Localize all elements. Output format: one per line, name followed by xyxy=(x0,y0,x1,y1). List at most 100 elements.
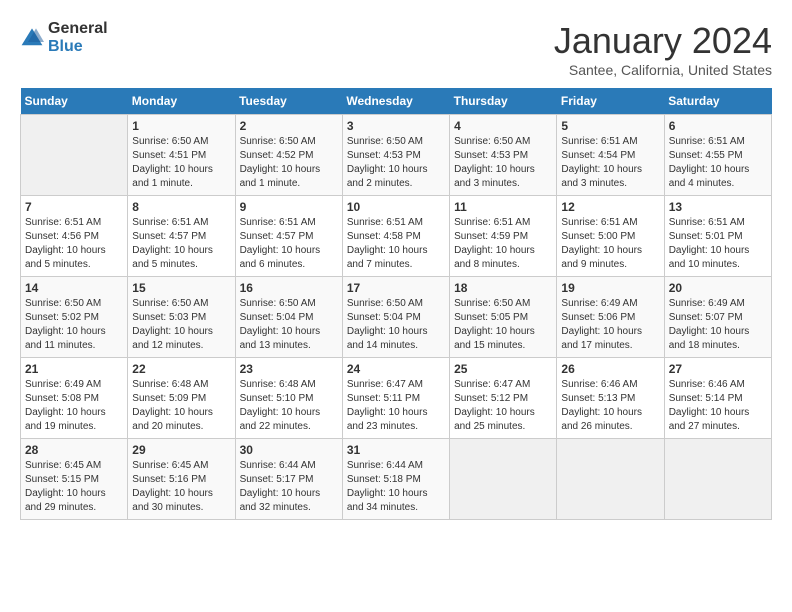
day-detail: Sunrise: 6:50 AMSunset: 4:52 PMDaylight:… xyxy=(240,135,338,191)
column-header-monday: Monday xyxy=(128,88,235,115)
calendar-cell: 9Sunrise: 6:51 AMSunset: 4:57 PMDaylight… xyxy=(235,196,342,277)
day-detail: Sunrise: 6:51 AMSunset: 4:56 PMDaylight:… xyxy=(25,216,123,272)
day-detail: Sunrise: 6:47 AMSunset: 5:12 PMDaylight:… xyxy=(454,378,552,434)
calendar-cell: 27 Sunrise: 6:46 AMSunset: 5:14 PMDayligh… xyxy=(664,358,771,439)
page-header: General Blue January 2024 Santee, Califo… xyxy=(20,20,772,78)
logo-line2: Blue xyxy=(48,38,108,56)
day-number: 11 xyxy=(454,200,552,214)
column-header-tuesday: Tuesday xyxy=(235,88,342,115)
day-number: 3 xyxy=(347,119,445,133)
column-header-wednesday: Wednesday xyxy=(342,88,449,115)
calendar-cell: 8 Sunrise: 6:51 AMSunset: 4:57 PMDaylight… xyxy=(128,196,235,277)
day-detail: Sunrise: 6:45 AMSunset: 5:15 PMDaylight:… xyxy=(25,459,123,515)
day-detail: Sunrise: 6:45 AMSunset: 5:16 PMDaylight:… xyxy=(132,459,230,515)
day-number: 26 xyxy=(561,362,659,376)
logo: General Blue xyxy=(20,20,108,55)
calendar-cell: 7 Sunrise: 6:51 AMSunset: 4:56 PMDaylight… xyxy=(21,196,128,277)
day-number: 14 xyxy=(25,281,123,295)
day-detail: Sunrise: 6:46 AMSunset: 5:13 PMDaylight:… xyxy=(561,378,659,434)
calendar-cell: 2 Sunrise: 6:50 AMSunset: 4:52 PMDaylight… xyxy=(235,115,342,196)
day-number: 19 xyxy=(561,281,659,295)
calendar-cell: 22 Sunrise: 6:48 AMSunset: 5:09 PMDayligh… xyxy=(128,358,235,439)
day-detail: Sunrise: 6:49 AMSunset: 5:06 PMDaylight:… xyxy=(561,297,659,353)
calendar-cell xyxy=(557,439,664,520)
day-number: 10 xyxy=(347,200,445,214)
day-number: 18 xyxy=(454,281,552,295)
calendar-cell: 1Sunrise: 6:50 AMSunset: 4:51 PMDaylight… xyxy=(128,115,235,196)
day-number: 15 xyxy=(132,281,230,295)
calendar-week-row: 14Sunrise: 6:50 AMSunset: 5:02 PMDayligh… xyxy=(21,277,772,358)
day-detail: Sunrise: 6:51 AMSunset: 5:01 PMDaylight:… xyxy=(669,216,767,272)
calendar-cell: 24 Sunrise: 6:47 AMSunset: 5:11 PMDayligh… xyxy=(342,358,449,439)
day-detail: Sunrise: 6:51 AMSunset: 5:00 PMDaylight:… xyxy=(561,216,659,272)
calendar-cell: 18 Sunrise: 6:50 AMSunset: 5:05 PMDayligh… xyxy=(450,277,557,358)
day-detail: Sunrise: 6:51 AMSunset: 4:57 PMDaylight:… xyxy=(240,216,338,272)
day-detail: Sunrise: 6:51 AMSunset: 4:54 PMDaylight:… xyxy=(561,135,659,191)
day-number: 25 xyxy=(454,362,552,376)
day-detail: Sunrise: 6:48 AMSunset: 5:09 PMDaylight:… xyxy=(132,378,230,434)
day-number: 1 xyxy=(132,119,230,133)
day-number: 29 xyxy=(132,443,230,457)
calendar-cell: 31 Sunrise: 6:44 AMSunset: 5:18 PMDayligh… xyxy=(342,439,449,520)
calendar-cell: 4 Sunrise: 6:50 AMSunset: 4:53 PMDaylight… xyxy=(450,115,557,196)
calendar-cell xyxy=(450,439,557,520)
day-number: 8 xyxy=(132,200,230,214)
column-header-friday: Friday xyxy=(557,88,664,115)
month-title: January 2024 xyxy=(554,20,772,62)
calendar-cell: 28 Sunrise: 6:45 AMSunset: 5:15 PMDayligh… xyxy=(21,439,128,520)
calendar-cell: 10 Sunrise: 6:51 AMSunset: 4:58 PMDayligh… xyxy=(342,196,449,277)
calendar-cell: 6Sunrise: 6:51 AMSunset: 4:55 PMDaylight… xyxy=(664,115,771,196)
column-header-saturday: Saturday xyxy=(664,88,771,115)
day-detail: Sunrise: 6:44 AMSunset: 5:18 PMDaylight:… xyxy=(347,459,445,515)
day-detail: Sunrise: 6:50 AMSunset: 5:05 PMDaylight:… xyxy=(454,297,552,353)
location: Santee, California, United States xyxy=(554,62,772,78)
calendar-cell: 13 Sunrise: 6:51 AMSunset: 5:01 PMDayligh… xyxy=(664,196,771,277)
calendar-cell: 14Sunrise: 6:50 AMSunset: 5:02 PMDayligh… xyxy=(21,277,128,358)
day-detail: Sunrise: 6:50 AMSunset: 5:04 PMDaylight:… xyxy=(240,297,338,353)
day-detail: Sunrise: 6:51 AMSunset: 4:55 PMDaylight:… xyxy=(669,135,767,191)
calendar-cell: 5Sunrise: 6:51 AMSunset: 4:54 PMDaylight… xyxy=(557,115,664,196)
day-detail: Sunrise: 6:50 AMSunset: 4:53 PMDaylight:… xyxy=(454,135,552,191)
day-number: 13 xyxy=(669,200,767,214)
day-number: 27 xyxy=(669,362,767,376)
day-detail: Sunrise: 6:50 AMSunset: 5:04 PMDaylight:… xyxy=(347,297,445,353)
day-number: 28 xyxy=(25,443,123,457)
day-number: 20 xyxy=(669,281,767,295)
day-detail: Sunrise: 6:44 AMSunset: 5:17 PMDaylight:… xyxy=(240,459,338,515)
title-area: January 2024 Santee, California, United … xyxy=(554,20,772,78)
day-number: 4 xyxy=(454,119,552,133)
calendar-cell: 25 Sunrise: 6:47 AMSunset: 5:12 PMDayligh… xyxy=(450,358,557,439)
day-number: 31 xyxy=(347,443,445,457)
calendar-cell: 15Sunrise: 6:50 AMSunset: 5:03 PMDayligh… xyxy=(128,277,235,358)
day-number: 24 xyxy=(347,362,445,376)
calendar-week-row: 1Sunrise: 6:50 AMSunset: 4:51 PMDaylight… xyxy=(21,115,772,196)
calendar-cell: 17 Sunrise: 6:50 AMSunset: 5:04 PMDayligh… xyxy=(342,277,449,358)
calendar-cell xyxy=(664,439,771,520)
day-number: 2 xyxy=(240,119,338,133)
calendar-cell: 29 Sunrise: 6:45 AMSunset: 5:16 PMDayligh… xyxy=(128,439,235,520)
calendar-cell: 16 Sunrise: 6:50 AMSunset: 5:04 PMDayligh… xyxy=(235,277,342,358)
day-number: 17 xyxy=(347,281,445,295)
calendar-cell: 19 Sunrise: 6:49 AMSunset: 5:06 PMDayligh… xyxy=(557,277,664,358)
day-detail: Sunrise: 6:46 AMSunset: 5:14 PMDaylight:… xyxy=(669,378,767,434)
calendar-cell: 11Sunrise: 6:51 AMSunset: 4:59 PMDayligh… xyxy=(450,196,557,277)
day-detail: Sunrise: 6:49 AMSunset: 5:08 PMDaylight:… xyxy=(25,378,123,434)
calendar-cell: 21 Sunrise: 6:49 AMSunset: 5:08 PMDayligh… xyxy=(21,358,128,439)
calendar-cell: 30Sunrise: 6:44 AMSunset: 5:17 PMDayligh… xyxy=(235,439,342,520)
logo-icon xyxy=(20,26,44,50)
day-number: 22 xyxy=(132,362,230,376)
day-detail: Sunrise: 6:51 AMSunset: 4:57 PMDaylight:… xyxy=(132,216,230,272)
calendar-week-row: 21 Sunrise: 6:49 AMSunset: 5:08 PMDayligh… xyxy=(21,358,772,439)
calendar-week-row: 7 Sunrise: 6:51 AMSunset: 4:56 PMDaylight… xyxy=(21,196,772,277)
logo-line1: General xyxy=(48,20,108,38)
column-header-thursday: Thursday xyxy=(450,88,557,115)
column-header-sunday: Sunday xyxy=(21,88,128,115)
day-number: 21 xyxy=(25,362,123,376)
calendar-cell: 23Sunrise: 6:48 AMSunset: 5:10 PMDayligh… xyxy=(235,358,342,439)
day-number: 12 xyxy=(561,200,659,214)
calendar-cell: 3Sunrise: 6:50 AMSunset: 4:53 PMDaylight… xyxy=(342,115,449,196)
day-number: 7 xyxy=(25,200,123,214)
day-number: 16 xyxy=(240,281,338,295)
day-detail: Sunrise: 6:51 AMSunset: 4:58 PMDaylight:… xyxy=(347,216,445,272)
day-detail: Sunrise: 6:47 AMSunset: 5:11 PMDaylight:… xyxy=(347,378,445,434)
